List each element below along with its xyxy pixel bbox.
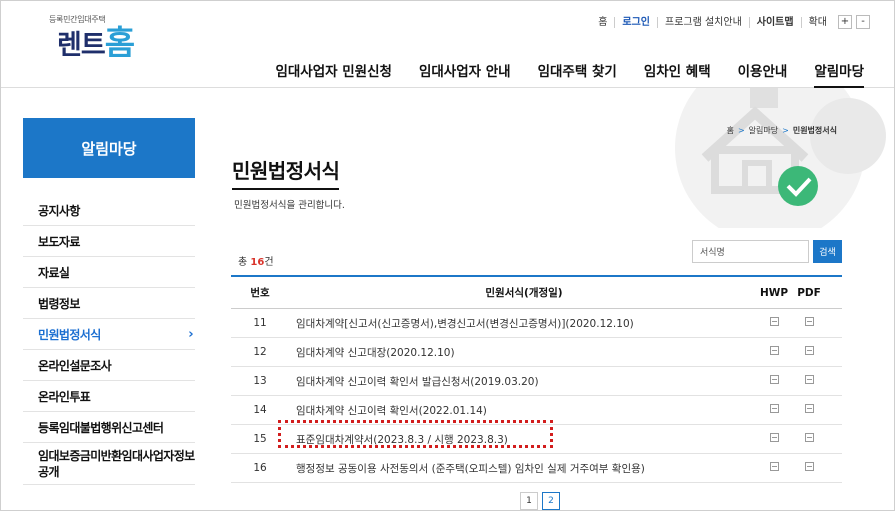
sidebar-item-deposit-disclosure[interactable]: 임대보증금미반환임대사업자정보공개 bbox=[23, 443, 195, 485]
sidebar-item-laws[interactable]: 법령정보 bbox=[23, 288, 195, 319]
row-no: 11 bbox=[253, 317, 267, 329]
total-count: 총 16건 bbox=[238, 257, 274, 268]
count-number: 16 bbox=[250, 257, 265, 268]
nav-item-notice[interactable]: 알림마당 bbox=[814, 60, 864, 88]
row-no: 13 bbox=[253, 375, 267, 387]
table-row: 11 임대차계약[신고서(신고증명서),변경신고서(변경신고증명서)](2020… bbox=[231, 309, 842, 338]
logo[interactable]: 등록민간임대주택 렌트홈 bbox=[49, 14, 159, 70]
pdf-download-icon[interactable] bbox=[804, 317, 814, 326]
pdf-download-icon[interactable] bbox=[804, 346, 814, 355]
row-no: 12 bbox=[253, 346, 267, 358]
sidebar: 알림마당 공지사항 보도자료 자료실 법령정보 민원법정서식 › 온라인설문조사 … bbox=[23, 118, 195, 485]
pdf-download-icon[interactable] bbox=[804, 375, 814, 384]
hwp-download-icon[interactable] bbox=[769, 433, 779, 442]
hwp-download-icon[interactable] bbox=[769, 346, 779, 355]
forms-table: 번호 민원서식(개정일) HWP PDF 11 임대차계약[신고서(신고증명서)… bbox=[231, 275, 842, 483]
search-button[interactable]: 검색 bbox=[813, 240, 842, 263]
hwp-download-icon[interactable] bbox=[769, 462, 779, 471]
zoom-in-button[interactable]: + bbox=[838, 15, 852, 29]
sitemap-link[interactable]: 사이트맵 bbox=[748, 16, 801, 28]
logo-mark: 렌트홈 bbox=[57, 23, 135, 62]
breadcrumb: 홈 > 알림마당 > 민원법정서식 bbox=[725, 125, 839, 136]
utility-home-link[interactable]: 홈 bbox=[591, 17, 614, 28]
zoom-out-button[interactable]: - bbox=[856, 15, 870, 29]
row-title[interactable]: 임대차계약 신고이력 확인서(2022.01.14) bbox=[289, 403, 759, 418]
house-check-illustration bbox=[620, 88, 894, 228]
page-description: 민원법정서식을 관리합니다. bbox=[234, 200, 345, 211]
nav-item-complaint[interactable]: 임대사업자 민원신청 bbox=[275, 60, 391, 88]
sidebar-item-notices[interactable]: 공지사항 bbox=[23, 195, 195, 226]
row-title[interactable]: 임대차계약 신고이력 확인서 발급신청서(2019.03.20) bbox=[289, 374, 759, 389]
highlight-box bbox=[278, 420, 553, 448]
header-pdf: PDF bbox=[797, 286, 821, 299]
browser-page: 등록민간임대주택 렌트홈 홈 로그인 프로그램 설치안내 사이트맵 확대 + -… bbox=[0, 0, 895, 511]
table-row: 12 임대차계약 신고대장(2020.12.10) bbox=[231, 338, 842, 367]
nav-item-landlord-guide[interactable]: 임대사업자 안내 bbox=[419, 60, 511, 88]
sidebar-item-archive[interactable]: 자료실 bbox=[23, 257, 195, 288]
sidebar-item-survey[interactable]: 온라인설문조사 bbox=[23, 350, 195, 381]
main-nav: 임대사업자 민원신청 임대사업자 안내 임대주택 찾기 임차인 혜택 이용안내 … bbox=[248, 60, 864, 88]
table-header: 번호 민원서식(개정일) HWP PDF bbox=[231, 277, 842, 309]
row-no: 16 bbox=[253, 462, 267, 474]
row-title[interactable]: 임대차계약[신고서(신고증명서),변경신고서(변경신고증명서)](2020.12… bbox=[289, 316, 759, 331]
breadcrumb-separator: > bbox=[737, 126, 745, 135]
sidebar-title: 알림마당 bbox=[23, 118, 195, 178]
utility-menu: 홈 로그인 프로그램 설치안내 사이트맵 확대 + - bbox=[591, 15, 870, 29]
breadcrumb-separator: > bbox=[782, 126, 789, 135]
search-input[interactable]: 서식명 bbox=[692, 240, 809, 263]
hwp-download-icon[interactable] bbox=[769, 375, 779, 384]
pdf-download-icon[interactable] bbox=[804, 404, 814, 413]
hwp-download-icon[interactable] bbox=[769, 404, 779, 413]
sidebar-item-press[interactable]: 보도자료 bbox=[23, 226, 195, 257]
sidebar-item-report-center[interactable]: 등록임대불법행위신고센터 bbox=[23, 412, 195, 443]
sidebar-item-vote[interactable]: 온라인투표 bbox=[23, 381, 195, 412]
table-row: 16 행정정보 공동이용 사전동의서 (준주택(오피스텔) 임차인 실제 거주여… bbox=[231, 454, 842, 483]
page-button-current[interactable]: 2 bbox=[542, 492, 560, 510]
chevron-right-icon: › bbox=[188, 326, 193, 342]
pagination: 1 2 bbox=[520, 492, 564, 510]
zoom-label: 확대 bbox=[800, 16, 834, 28]
page-button[interactable]: 1 bbox=[520, 492, 538, 510]
nav-item-tenant-benefits[interactable]: 임차인 혜택 bbox=[644, 60, 711, 88]
header: 등록민간임대주택 렌트홈 홈 로그인 프로그램 설치안내 사이트맵 확대 + -… bbox=[1, 1, 894, 88]
row-title[interactable]: 행정정보 공동이용 사전동의서 (준주택(오피스텔) 임차인 실제 거주여부 확… bbox=[289, 461, 759, 476]
pdf-download-icon[interactable] bbox=[804, 433, 814, 442]
header-no: 번호 bbox=[250, 287, 270, 299]
login-link[interactable]: 로그인 bbox=[614, 16, 657, 28]
table-row: 13 임대차계약 신고이력 확인서 발급신청서(2019.03.20) bbox=[231, 367, 842, 396]
breadcrumb-section[interactable]: 알림마당 bbox=[749, 125, 778, 136]
page-title: 민원법정서식 bbox=[232, 155, 340, 190]
nav-item-find-housing[interactable]: 임대주택 찾기 bbox=[538, 60, 617, 88]
row-no: 14 bbox=[253, 404, 267, 416]
hwp-download-icon[interactable] bbox=[769, 317, 779, 326]
nav-item-usage-guide[interactable]: 이용안내 bbox=[738, 60, 788, 88]
header-hwp: HWP bbox=[759, 286, 789, 299]
row-title[interactable]: 임대차계약 신고대장(2020.12.10) bbox=[289, 345, 759, 360]
sidebar-item-forms[interactable]: 민원법정서식 › bbox=[23, 319, 195, 350]
breadcrumb-home[interactable]: 홈 bbox=[727, 125, 734, 136]
pdf-download-icon[interactable] bbox=[804, 462, 814, 471]
install-guide-link[interactable]: 프로그램 설치안내 bbox=[657, 16, 749, 28]
header-title: 민원서식(개정일) bbox=[485, 287, 563, 299]
breadcrumb-current: 민원법정서식 bbox=[792, 126, 837, 135]
